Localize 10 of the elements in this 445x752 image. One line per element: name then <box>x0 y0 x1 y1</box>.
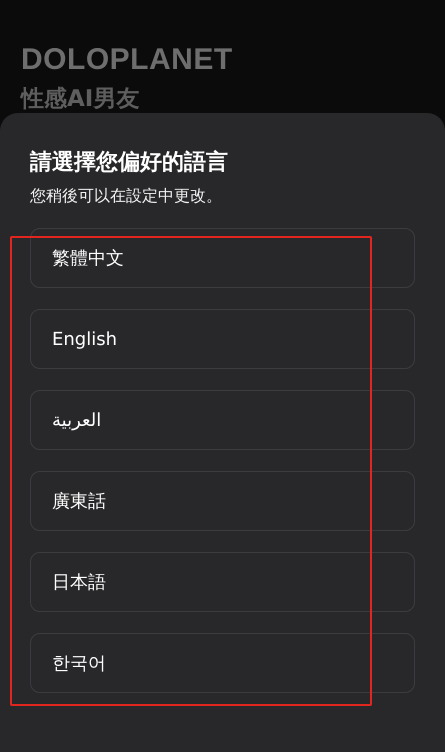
language-option[interactable]: العربية <box>30 390 415 450</box>
sheet-subtitle: 您稍後可以在設定中更改。 <box>30 185 223 207</box>
language-option[interactable]: 繁體中文 <box>30 228 415 288</box>
sheet-title: 請選擇您偏好的語言 <box>30 148 229 177</box>
language-option[interactable]: English <box>30 309 415 369</box>
language-option[interactable]: 廣東話 <box>30 471 415 531</box>
language-option[interactable]: 日本語 <box>30 552 415 612</box>
tagline: 性感AI男友 <box>21 85 140 114</box>
brand-logo: DOLOPLANET <box>21 42 234 78</box>
language-option[interactable]: 한국어 <box>30 633 415 693</box>
